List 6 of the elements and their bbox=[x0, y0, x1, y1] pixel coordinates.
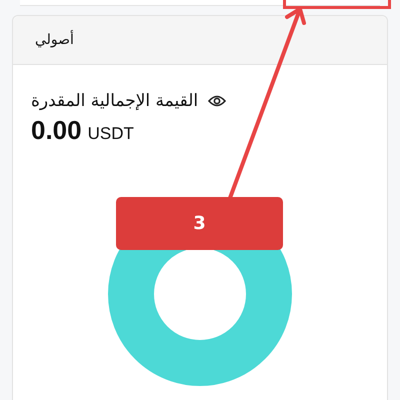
step-label: 3 bbox=[116, 197, 283, 250]
eye-icon[interactable] bbox=[208, 94, 226, 108]
card-title: أصولي bbox=[35, 32, 74, 48]
total-value-label: القيمة الإجمالية المقدرة bbox=[31, 91, 198, 111]
amount-value: 0.00 bbox=[31, 115, 82, 146]
currency-label: USDT bbox=[88, 124, 134, 144]
